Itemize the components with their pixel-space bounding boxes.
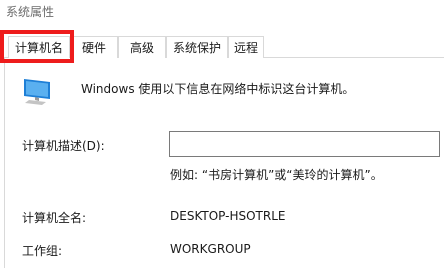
tab-computer-name[interactable]: 计算机名 (8, 36, 70, 58)
description-label: 计算机描述(D): (22, 139, 105, 153)
tab-remote[interactable]: 远程 (228, 36, 264, 58)
tab-advanced[interactable]: 高级 (118, 36, 166, 58)
info-text: Windows 使用以下信息在网络中标识这台计算机。 (81, 82, 355, 96)
description-example-text: 例如: “书房计算机”或“美玲的计算机”。 (170, 168, 383, 182)
computer-description-input[interactable] (169, 131, 440, 157)
tab-hardware[interactable]: 硬件 (70, 36, 118, 58)
workgroup-value: WORKGROUP (170, 242, 251, 256)
full-name-value: DESKTOP-HSOTRLE (170, 209, 286, 223)
workgroup-label: 工作组: (22, 244, 63, 258)
window-title: 系统属性 (6, 5, 55, 19)
tab-strip: 计算机名 硬件 高级 系统保护 远程 (4, 36, 444, 58)
full-name-label: 计算机全名: (22, 211, 87, 225)
computer-monitor-icon (24, 79, 50, 105)
tab-system-protection[interactable]: 系统保护 (166, 36, 228, 58)
